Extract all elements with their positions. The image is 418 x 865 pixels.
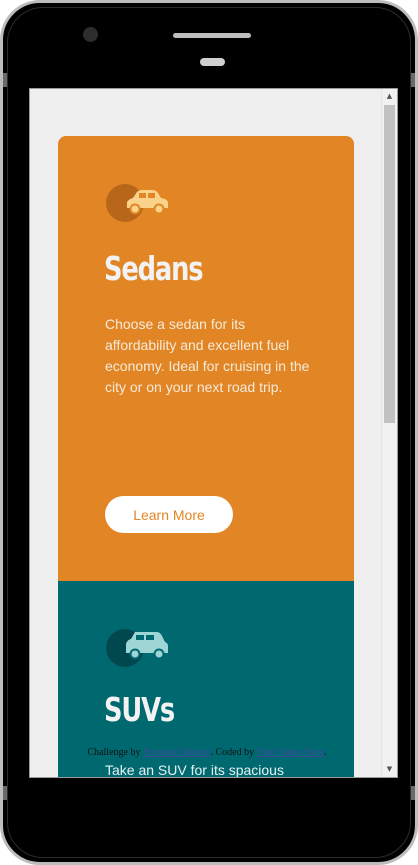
card-title: Sedans <box>104 249 204 288</box>
attribution-suffix: . <box>324 747 327 758</box>
scrollbar-thumb[interactable] <box>384 105 395 423</box>
card-description: Take an SUV for its spacious <box>105 762 284 778</box>
suv-icon <box>105 626 169 670</box>
phone-frame: Sedans Choose a sedan for its affordabil… <box>0 0 418 865</box>
learn-more-button[interactable]: Learn More <box>105 496 233 533</box>
card-description: Choose a sedan for its affordability and… <box>105 316 310 395</box>
proximity-sensor <box>200 58 225 66</box>
author-link[interactable]: Your Name Here <box>256 747 324 758</box>
vertical-scrollbar[interactable]: ▲ ▼ <box>381 89 397 777</box>
browser-viewport[interactable]: Sedans Choose a sedan for its affordabil… <box>29 88 398 778</box>
side-button <box>3 786 7 800</box>
side-button <box>411 786 415 800</box>
frontend-mentor-link[interactable]: Frontend Mentor <box>143 747 211 758</box>
attribution-middle: . Coded by <box>210 747 257 758</box>
side-button <box>3 73 7 87</box>
attribution-prefix: Challenge by <box>87 747 143 758</box>
scroll-up-arrow-icon[interactable]: ▲ <box>382 89 397 104</box>
sedan-car-icon <box>105 181 169 225</box>
attribution-footer: Challenge by Frontend Mentor. Coded by Y… <box>30 747 384 758</box>
front-camera <box>83 27 98 42</box>
scroll-down-arrow-icon[interactable]: ▼ <box>382 762 397 777</box>
card-title: SUVs <box>104 690 175 729</box>
earpiece-speaker <box>173 33 251 38</box>
side-button <box>411 73 415 87</box>
sedan-card: Sedans Choose a sedan for its affordabil… <box>58 136 354 581</box>
